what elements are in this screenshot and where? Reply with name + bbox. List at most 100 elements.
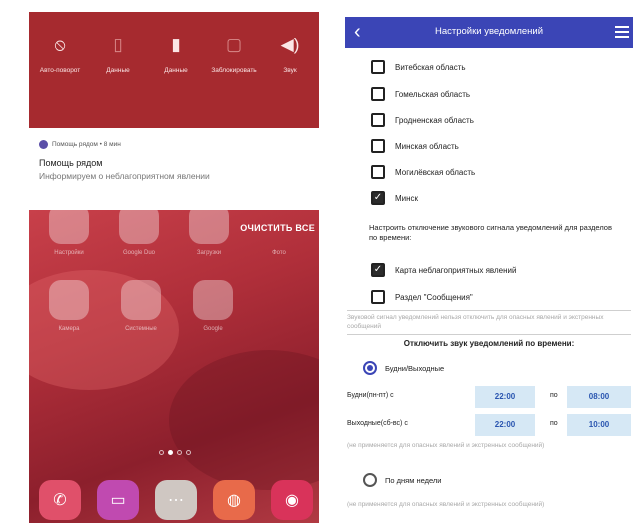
section-checkbox-row[interactable]: Раздел "Сообщения" [371, 290, 473, 304]
clear-all-button[interactable]: ОЧИСТИТЬ ВСЕ [240, 223, 315, 233]
radio-label: По дням недели [385, 475, 442, 485]
app-label: Фото [272, 250, 286, 256]
right-phone-screen: ‹ Настройки уведомлений Витебская област… [345, 17, 633, 523]
app-icon[interactable] [193, 280, 233, 320]
wallpaper-shape [169, 350, 319, 490]
app-label: Google [203, 326, 223, 332]
app-icon[interactable] [189, 204, 229, 244]
checkbox[interactable] [371, 290, 385, 304]
qs-label: Данные [106, 67, 130, 74]
exception-note: (не применяется для опасных явлений и эк… [347, 501, 545, 508]
radio-unselected[interactable] [363, 473, 377, 487]
section-label: Раздел "Сообщения" [395, 292, 473, 302]
weekend-from-time[interactable]: 22:00 [475, 414, 535, 436]
notification-card[interactable]: Помощь рядом • 8 мин Помощь рядом Информ… [29, 128, 319, 210]
app-label: Настройки [54, 250, 84, 256]
sim-data-icon: ▮ [171, 35, 181, 54]
phone-icon[interactable]: ✆ [39, 480, 81, 520]
checkbox[interactable] [371, 87, 385, 101]
region-label: Гомельская область [395, 89, 471, 99]
hamburger-menu-icon[interactable] [615, 26, 629, 41]
checkbox[interactable] [371, 60, 385, 74]
qs-sound-toggle[interactable]: ◀) Звук [261, 34, 319, 75]
qs-sim-data-toggle[interactable]: ▮ Данные [147, 34, 205, 75]
sound-section-description: Настроить отключение звукового сигнала у… [369, 223, 612, 242]
app-label: Загрузки [196, 250, 222, 256]
qs-lock-toggle[interactable]: ▢ Заблокировать [205, 34, 263, 75]
radio-selected[interactable] [363, 361, 377, 375]
notification-title: Помощь рядом [39, 158, 103, 168]
home-wallpaper: ОЧИСТИТЬ ВСЕ Настройки Google Duo Загруз… [29, 204, 319, 523]
mode-days-radio-row[interactable]: По дням недели [363, 473, 441, 487]
qs-label: Данные [164, 67, 188, 74]
app-icon[interactable] [121, 280, 161, 320]
data-icon: ▯ [113, 35, 123, 54]
disable-by-time-title: Отключить звук уведомлений по времени: [403, 339, 575, 348]
region-checkbox-row[interactable]: Могилёвская область [371, 165, 475, 179]
page-indicator [159, 450, 191, 455]
checkbox-checked[interactable]: ✓ [371, 191, 385, 205]
qs-label: Заблокировать [211, 67, 257, 74]
radio-label: Будни/Выходные [385, 363, 445, 373]
checkbox[interactable] [371, 139, 385, 153]
qs-label: Звук [283, 67, 297, 74]
section-checkbox-row[interactable]: ✓ Карта неблагоприятных явлений [371, 263, 516, 277]
region-checkbox-row[interactable]: Гомельская область [371, 87, 470, 101]
to-word: по [550, 420, 558, 427]
region-checkbox-row[interactable]: ✓ Минск [371, 191, 418, 205]
notification-app-name: Помощь рядом • 8 мин [52, 141, 121, 148]
checkbox-checked[interactable]: ✓ [371, 263, 385, 277]
page-dot [186, 450, 191, 455]
region-checkbox-row[interactable]: Витебская область [371, 60, 466, 74]
to-word: по [550, 392, 558, 399]
warning-note: Звуковой сигнал уведомлений нельзя отклю… [347, 314, 604, 330]
quick-settings-panel: ⦸ Авто-поворот ▯ Данные ▮ Данные ▢ Забло… [29, 12, 319, 128]
app-icon[interactable] [119, 204, 159, 244]
browser-icon[interactable]: ◍ [213, 480, 255, 520]
app-icon[interactable] [49, 204, 89, 244]
notification-text: Информируем о неблагоприятном явлении [39, 171, 210, 181]
checkbox[interactable] [371, 113, 385, 127]
app-label: Камера [58, 326, 80, 332]
app-bar: ‹ Настройки уведомлений [345, 17, 633, 48]
mode-weekdays-radio-row[interactable]: Будни/Выходные [363, 361, 444, 375]
region-label: Гродненская область [395, 115, 474, 125]
weekday-from-time[interactable]: 22:00 [475, 386, 535, 408]
region-label: Могилёвская область [395, 167, 476, 177]
sound-icon: ◀) [280, 35, 300, 54]
app-badge-icon [39, 140, 48, 149]
left-phone-screen: ⦸ Авто-поворот ▯ Данные ▮ Данные ▢ Забло… [29, 12, 319, 523]
region-checkbox-row[interactable]: Минская область [371, 139, 459, 153]
weekday-label: Будни(пн-пт) с [347, 392, 394, 399]
messages-icon[interactable]: ▭ [97, 480, 139, 520]
divider [347, 334, 631, 335]
apps-icon[interactable]: ⋯ [155, 480, 197, 520]
region-label: Витебская область [395, 62, 466, 72]
divider [347, 310, 631, 311]
page-dot [159, 450, 164, 455]
qs-autorotate-toggle[interactable]: ⦸ Авто-поворот [31, 34, 89, 75]
region-label: Минск [395, 193, 419, 203]
app-label: Google Duo [122, 250, 156, 256]
notification-app-line: Помощь рядом • 8 мин [39, 140, 121, 149]
autorotate-off-icon: ⦸ [54, 35, 66, 54]
qs-data-toggle[interactable]: ▯ Данные [89, 34, 147, 75]
page-dot [177, 450, 182, 455]
section-label: Карта неблагоприятных явлений [395, 265, 517, 275]
checkbox[interactable] [371, 165, 385, 179]
weekday-to-time[interactable]: 08:00 [567, 386, 631, 408]
region-label: Минская область [395, 141, 459, 151]
app-label: Системные [125, 326, 157, 332]
weekend-time-row: Выходные(сб-вс) с 22:00 по 10:00 [345, 414, 633, 436]
page-dot-active [168, 450, 173, 455]
camera-icon[interactable]: ◉ [271, 480, 313, 520]
app-icon[interactable] [49, 280, 89, 320]
weekday-time-row: Будни(пн-пт) с 22:00 по 08:00 [345, 386, 633, 408]
weekend-label: Выходные(сб-вс) с [347, 420, 408, 427]
qs-label: Авто-поворот [39, 67, 81, 74]
weekend-to-time[interactable]: 10:00 [567, 414, 631, 436]
exception-note: (не применяется для опасных явлений и эк… [347, 442, 545, 449]
region-checkbox-row[interactable]: Гродненская область [371, 113, 474, 127]
lock-screen-icon: ▢ [225, 35, 243, 54]
page-title: Настройки уведомлений [434, 26, 544, 37]
